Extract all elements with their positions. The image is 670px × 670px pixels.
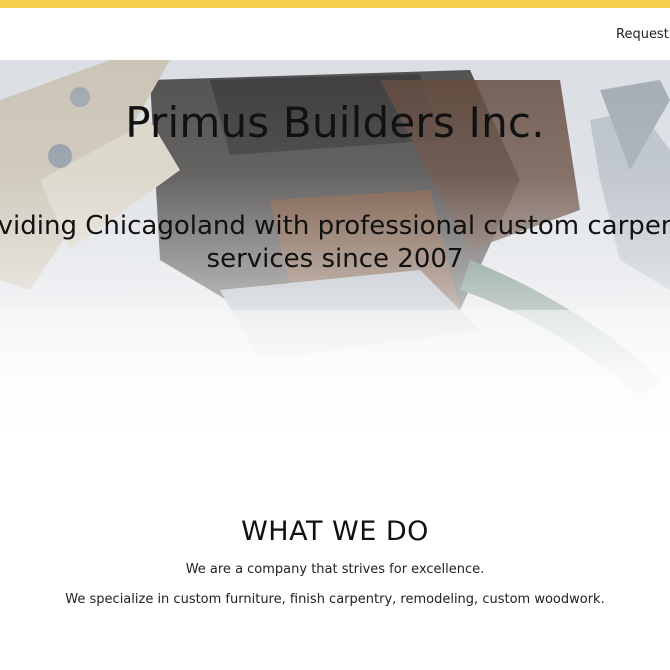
- hero-subtitle-line-2: services since 2007: [206, 244, 464, 274]
- what-we-do-line-2: We specialize in custom furniture, finis…: [65, 592, 605, 607]
- hero-section: Primus Builders Inc. Providing Chicagola…: [0, 60, 670, 440]
- hero-subtitle: Providing Chicagoland with professional …: [0, 210, 670, 276]
- page: Request a Primus Builders: [0, 0, 670, 670]
- what-we-do-line-1: We are a company that strives for excell…: [185, 562, 485, 577]
- top-accent-bar: [0, 0, 670, 8]
- hero-title: Primus Builders Inc.: [125, 98, 545, 147]
- nav-link-request-quote[interactable]: Request a: [616, 27, 670, 42]
- hero-subtitle-line-1: Providing Chicagoland with professional …: [0, 211, 670, 241]
- top-nav: Request a: [0, 8, 670, 60]
- what-we-do-heading: WHAT WE DO: [241, 516, 429, 547]
